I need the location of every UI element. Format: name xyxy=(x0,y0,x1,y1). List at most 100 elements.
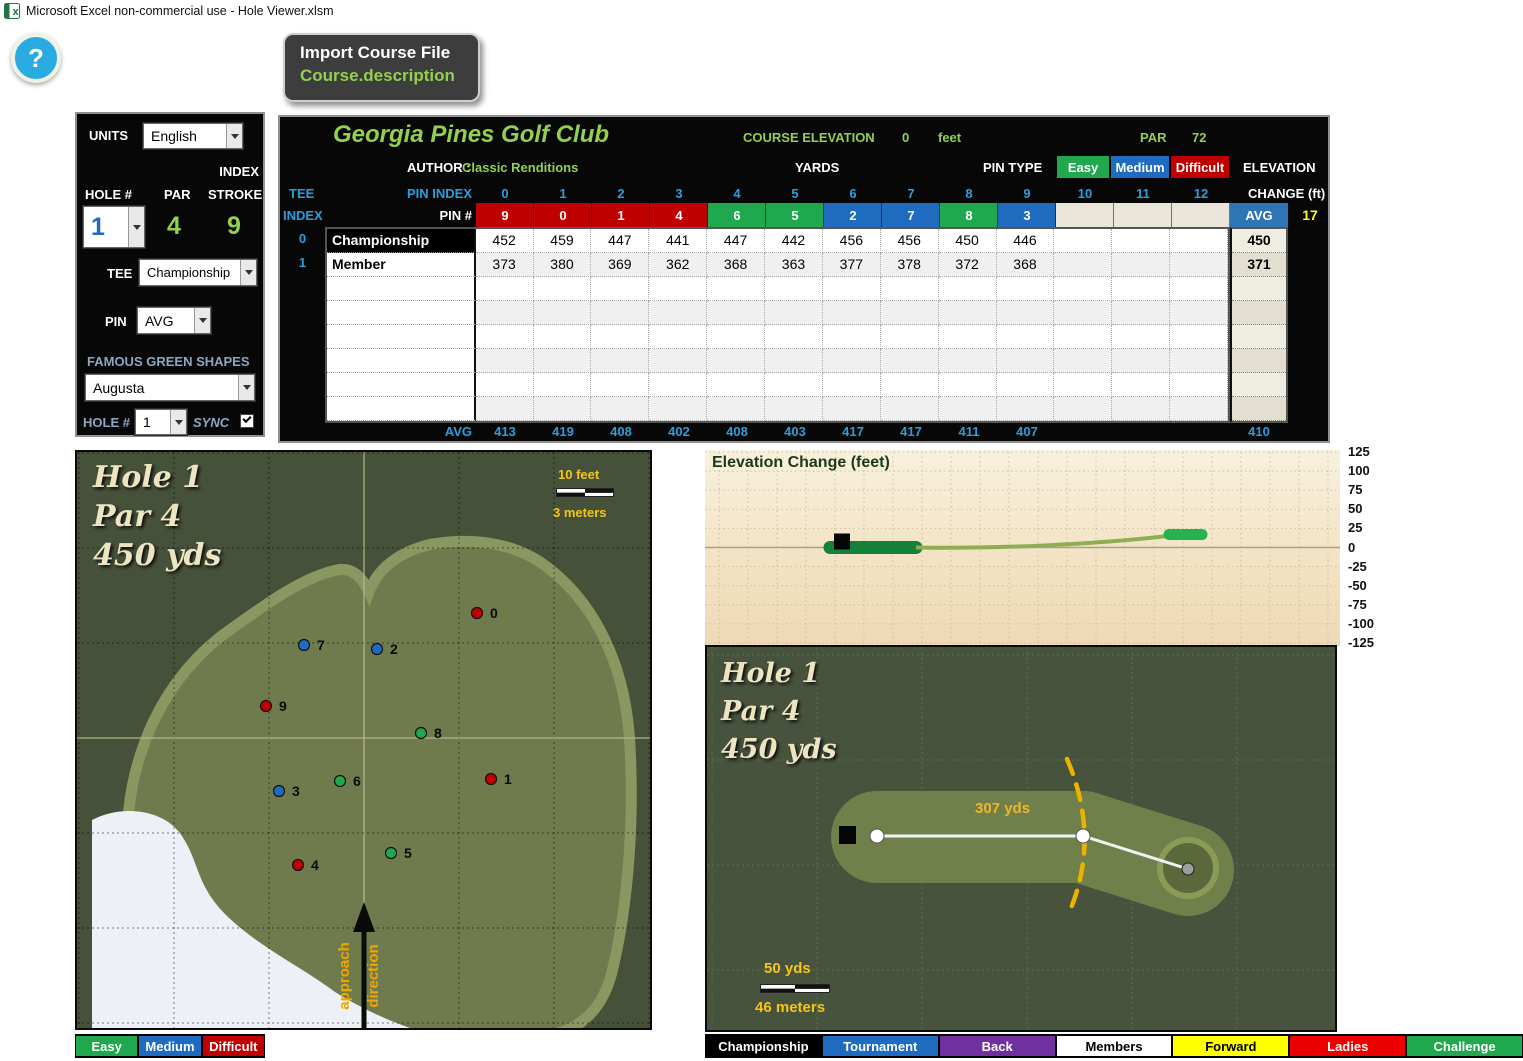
tee-index xyxy=(280,275,325,299)
svg-text:5: 5 xyxy=(404,845,412,861)
table-row xyxy=(327,349,1228,373)
dogleg-point xyxy=(1076,829,1090,843)
stroke-index-value: 9 xyxy=(227,212,241,241)
tee-row-name-member[interactable]: Member xyxy=(327,253,476,277)
yardage-cell xyxy=(1112,253,1170,277)
index-header-label: INDEX xyxy=(283,208,323,223)
tee-row-name-championship[interactable]: Championship xyxy=(327,229,476,253)
units-dropdown[interactable]: English xyxy=(143,123,243,149)
tee-label: TEE xyxy=(107,266,132,281)
yardage-cell: 452 xyxy=(476,229,534,253)
window-title: Microsoft Excel non-commercial use - Hol… xyxy=(26,4,334,18)
difficulty-legend-medium: Medium xyxy=(138,1034,201,1058)
elevation-chart-title: Elevation Change (feet) xyxy=(712,454,890,472)
yardage-cell xyxy=(591,277,649,301)
tee-row-name-empty[interactable] xyxy=(327,301,476,325)
yardage-cell xyxy=(1170,301,1228,325)
yardage-cell xyxy=(997,397,1055,421)
tee-value: Championship xyxy=(147,265,230,280)
pin-index-col-1: 1 xyxy=(534,186,592,201)
yardage-cell xyxy=(1054,229,1112,253)
tee-row-name-empty[interactable] xyxy=(327,397,476,421)
pin-type-chip-medium: Medium xyxy=(1111,156,1169,178)
author-value: Classic Renditions xyxy=(462,160,578,175)
tee-index xyxy=(280,371,325,395)
famous-green-dropdown[interactable]: Augusta xyxy=(85,374,255,401)
chevron-down-icon[interactable] xyxy=(226,124,242,148)
avg-cell xyxy=(1232,325,1286,349)
yardage-cell xyxy=(476,325,534,349)
tee-row-name-empty[interactable] xyxy=(327,349,476,373)
row-index-column: 01 xyxy=(280,227,325,419)
yardage-cell xyxy=(707,397,765,421)
tee-marker xyxy=(834,534,850,550)
pin-point xyxy=(1182,863,1194,875)
chevron-down-icon[interactable] xyxy=(194,308,210,333)
svg-text:3: 3 xyxy=(292,783,300,799)
footer-average-value: 408 xyxy=(708,424,766,439)
footer-average-value: 419 xyxy=(534,424,592,439)
green-map: approach direction 0123456789 Hole 1 Par… xyxy=(75,450,652,1030)
import-button-subtitle: Course.description xyxy=(300,66,478,86)
chevron-down-icon[interactable] xyxy=(128,207,144,247)
avg-cell: 450 xyxy=(1232,229,1286,253)
yardage-cell: 368 xyxy=(707,253,765,277)
yardage-cell: 450 xyxy=(939,229,997,253)
drive-distance-label: 307 yds xyxy=(975,800,1030,817)
hole-number-dropdown[interactable]: 1 xyxy=(83,206,145,248)
svg-text:2: 2 xyxy=(390,641,398,657)
yardage-cell xyxy=(939,277,997,301)
yardage-cell xyxy=(881,349,939,373)
chevron-down-icon[interactable] xyxy=(238,375,254,400)
table-row: Member373380369362368363377378372368 xyxy=(327,253,1228,277)
scale-meters-label: 3 meters xyxy=(553,505,606,520)
yardage-cell xyxy=(823,373,881,397)
yardage-cell: 447 xyxy=(707,229,765,253)
tee-dropdown[interactable]: Championship xyxy=(139,259,257,286)
tee-row-name-empty[interactable] xyxy=(327,373,476,397)
pin-dropdown[interactable]: AVG xyxy=(137,307,211,334)
stroke-label: STROKE xyxy=(208,187,262,202)
yardage-cell xyxy=(765,373,823,397)
chevron-down-icon[interactable] xyxy=(240,260,256,285)
yardage-cell xyxy=(534,301,592,325)
scale-yards-label: 50 yds xyxy=(764,960,811,977)
index-label: INDEX xyxy=(215,164,259,179)
tee-index: 1 xyxy=(280,251,325,275)
footer-average-value: 403 xyxy=(766,424,824,439)
yardage-cell: 446 xyxy=(997,229,1055,253)
yardage-cell xyxy=(1112,277,1170,301)
elevation-change-value: 17 xyxy=(1288,203,1332,227)
yardage-cell xyxy=(534,397,592,421)
yardage-cell xyxy=(707,349,765,373)
famous-hole-dropdown[interactable]: 1 xyxy=(135,409,187,435)
tee-row-name-empty[interactable] xyxy=(327,325,476,349)
sync-checkbox[interactable] xyxy=(240,414,254,428)
difficulty-legend-difficult: Difficult xyxy=(202,1034,265,1058)
pin-number-cell-0: 0 xyxy=(534,203,592,227)
help-button[interactable]: ? xyxy=(11,33,61,83)
club-name: Georgia Pines Golf Club xyxy=(333,121,609,149)
pin-number-cell-1: 1 xyxy=(592,203,650,227)
pin-number-cell-3: 3 xyxy=(998,203,1056,227)
yardage-cell xyxy=(939,373,997,397)
import-course-button[interactable]: Import Course File Course.description xyxy=(283,33,480,102)
chevron-down-icon[interactable] xyxy=(170,410,186,434)
course-elevation-label: COURSE ELEVATION xyxy=(743,130,875,145)
yardage-cell xyxy=(649,349,707,373)
yardage-cell xyxy=(476,373,534,397)
yardage-cell xyxy=(1170,373,1228,397)
table-row xyxy=(327,277,1228,301)
svg-text:1: 1 xyxy=(504,771,512,787)
yardage-cell: 373 xyxy=(476,253,534,277)
yardage-cell xyxy=(765,349,823,373)
tee-row-name-empty[interactable] xyxy=(327,277,476,301)
footer-average-value: 407 xyxy=(998,424,1056,439)
pin-number-cell-6: 6 xyxy=(708,203,766,227)
yardage-cell xyxy=(1170,397,1228,421)
yardage-cell xyxy=(1054,301,1112,325)
pin-index-col-11: 11 xyxy=(1114,186,1172,201)
yardage-cell xyxy=(707,277,765,301)
yardage-cell xyxy=(1112,373,1170,397)
yardage-cell xyxy=(707,301,765,325)
